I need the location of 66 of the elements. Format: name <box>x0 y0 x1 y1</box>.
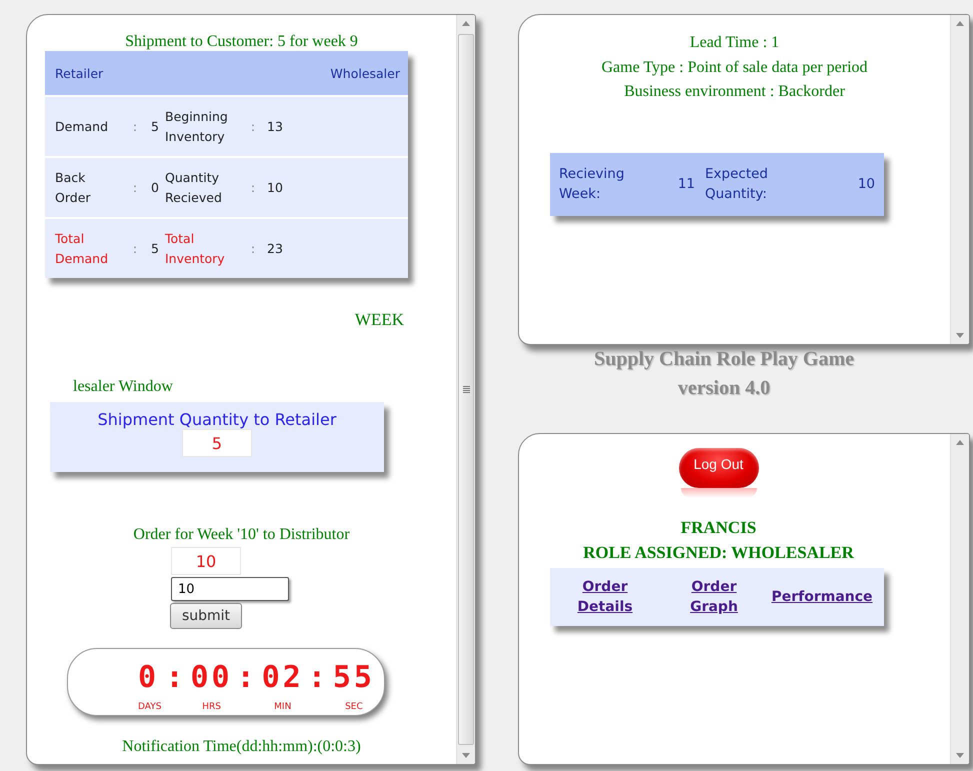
order-label: Order for Week '10' to Distributor <box>133 526 350 544</box>
colon-separator: : <box>250 118 256 136</box>
timer-digits: 55 <box>332 662 375 692</box>
timer-digits: 02 <box>262 662 304 692</box>
row-value: 13 <box>267 118 283 136</box>
scroll-up-icon[interactable] <box>462 21 470 26</box>
nav-link[interactable]: Order Details <box>575 577 635 617</box>
game-info-line: Game Type : Point of sale data per period <box>601 58 868 78</box>
submit-button[interactable]: submit <box>170 603 242 629</box>
colon-separator: : <box>250 178 256 196</box>
scrollbar[interactable] <box>950 434 969 764</box>
scrollbar-thumb[interactable] <box>458 34 474 745</box>
game-info-line: Business environment : Backorder <box>624 82 845 102</box>
timer-digits: : <box>165 662 186 692</box>
week-label: WEEK <box>354 310 404 330</box>
scrollbar[interactable] <box>456 15 475 764</box>
user-name: FRANCIS <box>680 517 756 539</box>
scroll-down-icon[interactable] <box>956 753 964 758</box>
receiving-value: 11 <box>678 175 695 194</box>
scroll-down-icon[interactable] <box>462 753 470 758</box>
column-header: Wholesaler <box>330 66 400 80</box>
row-label: Total Demand <box>55 230 110 268</box>
order-display: 10 <box>171 547 241 575</box>
receiving-label: Recieving Week: <box>559 165 626 204</box>
shipment-label: Shipment Quantity to Retailer <box>98 410 336 429</box>
game-info-line: Lead Time : 1 <box>690 33 780 53</box>
order-input[interactable]: 10 <box>171 577 289 601</box>
timer-digits: : <box>236 662 258 692</box>
scroll-down-icon[interactable] <box>956 333 964 338</box>
row-label: Demand <box>55 118 108 136</box>
row-value: 5 <box>151 118 159 136</box>
scroll-up-icon[interactable] <box>956 21 964 26</box>
nav-link[interactable]: Performance <box>771 587 873 607</box>
quantity-display: 5 <box>182 429 252 457</box>
timer-unit: HRS <box>202 702 221 712</box>
row-label: Beginning Inventory <box>165 108 229 146</box>
role-label: ROLE ASSIGNED: WHOLESALER <box>583 542 854 564</box>
timer-unit: DAYS <box>138 702 162 712</box>
shipment-title: Shipment to Customer: 5 for week 9 <box>125 33 358 51</box>
colon-separator: : <box>250 240 256 258</box>
receiving-label: Expected Quantity: <box>705 165 769 204</box>
row-label: Total Inventory <box>165 230 226 268</box>
row-label: Back Order <box>55 168 92 206</box>
app-title: version 4.0 <box>678 376 770 401</box>
timer-digits: 0 <box>138 662 160 692</box>
notification-time: Notification Time(dd:hh:mm):(0:0:3) <box>122 738 361 756</box>
column-header: Retailer <box>55 66 104 80</box>
row-value: 10 <box>267 178 283 196</box>
row-value: 5 <box>151 240 159 258</box>
timer-digits: 00 <box>190 662 233 692</box>
app-title: Supply Chain Role Play Game <box>594 347 854 372</box>
scroll-up-icon[interactable] <box>956 440 964 445</box>
scrollbar[interactable] <box>950 15 969 344</box>
row-label: Quantity Recieved <box>165 168 223 206</box>
colon-separator: : <box>132 118 138 136</box>
receiving-value: 10 <box>858 175 875 194</box>
colon-separator: : <box>132 178 138 196</box>
window-label: lesaler Window <box>73 378 173 396</box>
nav-link[interactable]: Order Graph <box>686 577 742 617</box>
row-value: 0 <box>151 178 159 196</box>
timer-unit: SEC <box>345 702 363 712</box>
timer-digits: : <box>308 662 329 692</box>
logout-button[interactable]: Log Out <box>678 448 758 488</box>
colon-separator: : <box>132 240 138 258</box>
row-value: 23 <box>267 240 283 258</box>
timer-unit: MIN <box>274 702 292 712</box>
